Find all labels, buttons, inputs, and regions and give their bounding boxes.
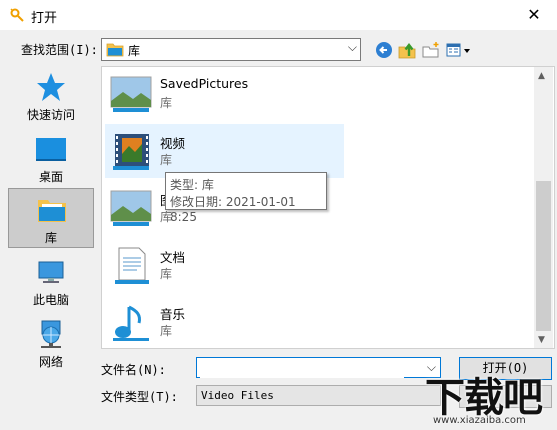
tooltip-type: 类型: 库	[170, 178, 214, 192]
up-folder-icon[interactable]	[397, 40, 417, 60]
title-bar: 打开 ✕	[0, 0, 557, 30]
place-quick-access[interactable]: 快速访问	[8, 66, 94, 126]
item-type: 库	[160, 153, 173, 167]
place-label: 快速访问	[26, 108, 75, 122]
place-network[interactable]: 网络	[8, 313, 94, 373]
scroll-thumb[interactable]	[536, 181, 551, 331]
look-in-value: 库	[128, 44, 141, 58]
list-item[interactable]: 文档 库	[105, 238, 344, 292]
pictures-library-icon	[110, 76, 152, 112]
list-item[interactable]: 视频 库	[105, 124, 344, 178]
documents-library-icon	[115, 247, 149, 284]
filetype-value: Video Files	[201, 389, 274, 402]
scroll-up-icon[interactable]: ▲	[538, 71, 545, 81]
place-label: 此电脑	[32, 293, 69, 307]
places-bar: 快速访问 桌面 库 此电脑 网络	[6, 66, 97, 369]
close-icon: ✕	[527, 5, 541, 24]
chevron-down-icon: ⌵	[347, 40, 357, 54]
list-item[interactable]: 音乐 库	[105, 295, 344, 349]
filetype-label: 文件类型(T):	[101, 390, 178, 404]
scroll-down-icon[interactable]: ▼	[538, 335, 545, 345]
look-in-combo[interactable]: 库 ⌵	[101, 38, 361, 61]
place-label: 网络	[38, 355, 63, 369]
filename-input[interactable]	[200, 359, 404, 378]
list-item[interactable]: SavedPictures 库	[105, 67, 344, 121]
filename-label: 文件名(N):	[101, 363, 166, 377]
close-button[interactable]: ✕	[511, 0, 557, 30]
star-icon	[37, 73, 65, 101]
window-title: 打开	[31, 11, 58, 26]
place-label: 库	[44, 231, 57, 245]
item-type: 库	[160, 324, 173, 338]
watermark-url: www.xiazaiba.com	[433, 415, 526, 426]
pictures-library-icon	[110, 190, 152, 226]
view-menu-icon[interactable]	[445, 40, 473, 60]
item-name: 文档	[160, 250, 186, 265]
watermark: 下载吧 www.xiazaiba.com	[411, 365, 557, 430]
library-folder-icon	[106, 43, 124, 57]
place-this-pc[interactable]: 此电脑	[8, 251, 94, 311]
item-tooltip: 类型: 库 修改日期: 2021-01-01 8:25	[165, 172, 327, 224]
filename-combo[interactable]: ⌵	[196, 357, 441, 378]
network-icon	[41, 320, 61, 348]
desktop-icon	[36, 138, 66, 161]
library-icon	[38, 200, 66, 222]
item-type: 库	[160, 267, 173, 281]
item-name: 视频	[160, 136, 186, 151]
app-icon	[10, 8, 24, 22]
back-icon[interactable]	[374, 40, 394, 60]
look-in-label: 查找范围(I):	[21, 43, 98, 57]
videos-library-icon	[113, 134, 149, 170]
filetype-combo[interactable]: Video Files	[196, 385, 441, 406]
item-name: SavedPictures	[160, 76, 249, 91]
new-folder-icon[interactable]	[421, 40, 441, 60]
vertical-scrollbar[interactable]: ▲ ▼	[534, 67, 553, 348]
item-name: 音乐	[160, 307, 186, 322]
music-library-icon	[113, 305, 149, 341]
place-library[interactable]: 库	[8, 188, 94, 248]
computer-icon	[38, 261, 64, 283]
place-label: 桌面	[38, 170, 63, 184]
place-desktop[interactable]: 桌面	[8, 128, 94, 188]
item-type: 库	[160, 96, 173, 110]
tooltip-date: 修改日期: 2021-01-01 8:25	[170, 195, 296, 224]
